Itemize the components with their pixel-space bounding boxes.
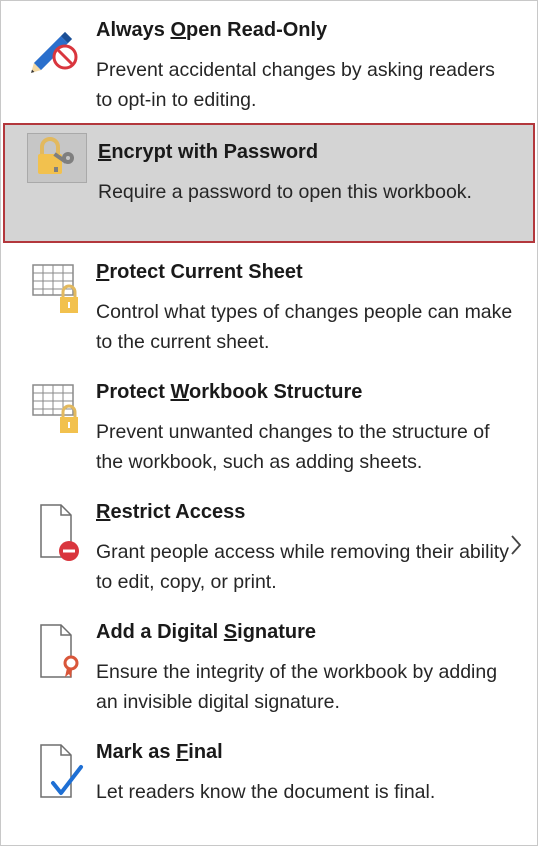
pencil-no-icon (25, 17, 89, 81)
workbook-lock-icon (25, 379, 89, 443)
document-final-icon (25, 739, 89, 803)
menu-item-protect-current-sheet[interactable]: Protect Current Sheet Control what types… (1, 243, 537, 363)
chevron-right-icon[interactable] (509, 533, 523, 557)
menu-item-description: Let readers know the document is final. (96, 781, 436, 803)
menu-item-add-digital-signature[interactable]: Add a Digital Signature Ensure the integ… (1, 603, 537, 723)
menu-item-protect-workbook-structure[interactable]: Protect Workbook Structure Prevent unwan… (1, 363, 537, 483)
menu-item-title: Mark as Final (96, 741, 223, 763)
menu-item-mark-as-final[interactable]: Mark as Final Let readers know the docum… (1, 723, 537, 843)
menu-item-encrypt-with-password[interactable]: Encrypt with Password Require a password… (3, 123, 535, 243)
protect-workbook-menu: Always Open Read-Only Prevent accidental… (0, 0, 538, 846)
menu-item-description: Ensure the integrity of the workbook by … (96, 661, 498, 713)
menu-item-restrict-access[interactable]: Restrict Access Grant people access whil… (1, 483, 537, 603)
sheet-lock-icon (25, 259, 89, 323)
menu-item-always-open-read-only[interactable]: Always Open Read-Only Prevent accidental… (1, 1, 537, 121)
menu-item-description: Control what types of changes people can… (96, 301, 513, 353)
menu-item-description: Prevent accidental changes by asking rea… (96, 59, 495, 111)
menu-item-title: Protect Current Sheet (96, 261, 303, 283)
lock-key-icon (27, 133, 91, 197)
document-signature-icon (25, 619, 89, 683)
menu-item-title: Protect Workbook Structure (96, 381, 363, 403)
menu-item-title: Add a Digital Signature (96, 621, 317, 643)
menu-item-title: Encrypt with Password (98, 141, 319, 163)
menu-item-description: Grant people access while removing their… (96, 541, 509, 593)
menu-item-description: Require a password to open this workbook… (98, 181, 472, 203)
menu-item-title: Restrict Access (96, 501, 246, 523)
document-restrict-icon (25, 499, 89, 563)
menu-item-title: Always Open Read-Only (96, 19, 328, 41)
menu-item-description: Prevent unwanted changes to the structur… (96, 421, 490, 473)
